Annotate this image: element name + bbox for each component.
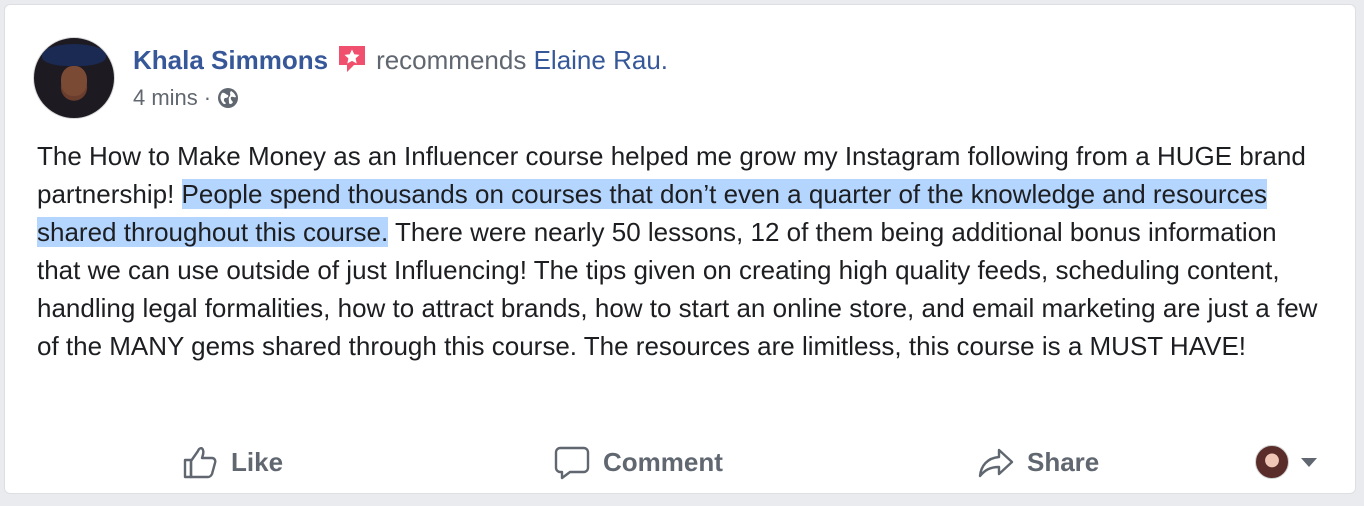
post-meta: 4 mins · [133,85,239,111]
globe-icon[interactable] [217,87,239,109]
like-button[interactable]: Like [181,437,283,487]
recommends-text: recommends [376,45,527,75]
post-as-selector[interactable] [1255,437,1317,487]
thumbs-up-icon [183,447,217,479]
meta-separator: · [203,85,212,110]
share-arrow-icon [978,448,1014,478]
comment-button[interactable]: Comment [553,437,723,487]
post-actions-bar: Like Comment Share [5,437,1355,487]
chevron-down-icon [1301,457,1317,467]
post-body: The How to Make Money as an Influencer c… [37,137,1327,365]
like-label: Like [231,446,284,477]
post-timestamp[interactable]: 4 mins [133,85,198,111]
author-avatar[interactable] [33,37,115,119]
share-label: Share [1027,446,1100,477]
header-period: . [660,45,669,75]
recommendation-star-icon [339,46,366,72]
comment-bubble-icon [554,446,590,480]
recommended-page-link[interactable]: Elaine Rau [534,45,661,75]
comment-label: Comment [603,446,723,477]
viewer-avatar [1255,445,1289,479]
share-button[interactable]: Share [977,437,1099,487]
author-name-link[interactable]: Khala Simmons [133,45,328,75]
post-card: Khala Simmons recommends Elaine Rau. 4 m… [4,4,1356,494]
post-header: Khala Simmons recommends Elaine Rau. [133,43,668,76]
